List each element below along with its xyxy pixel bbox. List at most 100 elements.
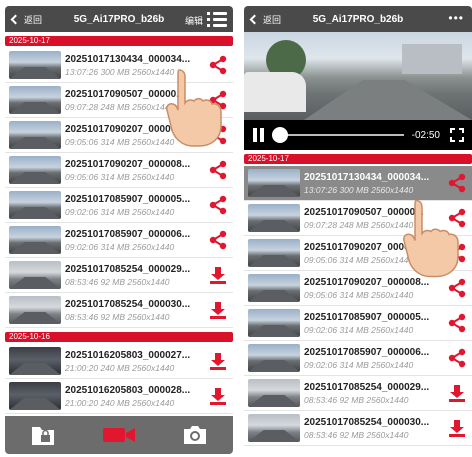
share-button[interactable]: [207, 124, 229, 146]
video-file-list: 2025-10-17 20251017130434_000034... 13:07:…: [244, 154, 472, 446]
file-info: 09:02:06 314 MB 2560x1440: [304, 324, 414, 335]
nav-photos[interactable]: [157, 416, 233, 454]
top-bar: 返回 5G_Ai17PRO_b26b 编辑: [5, 6, 233, 32]
download-button[interactable]: [446, 382, 468, 404]
file-info: 21:00:20 240 MB 2560x1440: [65, 362, 175, 373]
share-button[interactable]: [446, 207, 468, 229]
video-thumbnail: [9, 347, 61, 375]
file-info: 09:07:28 248 MB 2560x1440: [65, 101, 175, 112]
video-list-item[interactable]: 20251017085254_000029... 08:53:46 92 MB 2…: [244, 376, 472, 411]
video-list-item[interactable]: 20251017085254_000030... 08:53:46 92 MB 2…: [244, 411, 472, 446]
video-thumbnail: [248, 414, 300, 442]
share-button[interactable]: [446, 172, 468, 194]
download-icon: [210, 353, 226, 370]
video-thumbnail: [9, 382, 61, 410]
download-button[interactable]: [207, 264, 229, 286]
video-list-item[interactable]: 20251017090207_000007A... 09:05:06 314 MB…: [244, 236, 472, 271]
share-icon: [209, 230, 227, 250]
download-button[interactable]: [207, 350, 229, 372]
download-icon: [210, 267, 226, 284]
share-icon: [448, 208, 466, 228]
download-button[interactable]: [446, 417, 468, 439]
share-icon: [209, 90, 227, 110]
video-list-item[interactable]: 20251016205803_000028... 21:00:20 240 MB …: [5, 379, 233, 414]
video-list-item[interactable]: 20251017085254_000030... 08:53:46 92 MB 2…: [5, 293, 233, 328]
share-button[interactable]: [207, 229, 229, 251]
video-thumbnail: [9, 261, 61, 289]
seek-slider-knob[interactable]: [272, 127, 288, 143]
share-button[interactable]: [207, 194, 229, 216]
download-icon: [210, 302, 226, 319]
file-name: 20251017130434_000034...: [304, 171, 430, 183]
pause-button[interactable]: [252, 128, 266, 142]
share-button[interactable]: [207, 89, 229, 111]
file-name: 20251017090207_000007A...: [65, 123, 198, 135]
file-info: 09:02:06 314 MB 2560x1440: [304, 359, 414, 370]
video-thumbnail: [248, 274, 300, 302]
share-icon: [209, 160, 227, 180]
file-name: 20251017085254_000030...: [304, 416, 430, 428]
file-name: 20251017085907_000005...: [65, 193, 191, 205]
video-thumbnail: [9, 191, 61, 219]
video-player-view[interactable]: [244, 32, 472, 120]
file-name: 20251017085254_000030...: [65, 298, 191, 310]
file-info: 08:53:46 92 MB 2560x1440: [304, 394, 409, 405]
video-list-item[interactable]: 20251017090207_000007A... 09:05:06 314 MB…: [5, 118, 233, 153]
video-thumbnail: [248, 309, 300, 337]
file-name: 20251017085254_000029...: [304, 381, 430, 393]
share-icon: [448, 278, 466, 298]
fullscreen-icon[interactable]: [450, 128, 464, 142]
file-name: 20251017085907_000005...: [304, 311, 430, 323]
nav-locked-files[interactable]: [5, 416, 81, 454]
share-button[interactable]: [446, 312, 468, 334]
more-options-icon[interactable]: •••: [448, 12, 464, 24]
lock-folder-icon: [32, 427, 54, 445]
nav-videos[interactable]: [81, 416, 157, 454]
file-info: 09:05:06 314 MB 2560x1440: [65, 171, 175, 182]
share-button[interactable]: [446, 242, 468, 264]
file-name: 20251017090207_000007A...: [304, 241, 437, 253]
download-button[interactable]: [207, 385, 229, 407]
video-list-item[interactable]: 20251017085907_000006... 09:02:06 314 MB …: [5, 223, 233, 258]
share-button[interactable]: [446, 347, 468, 369]
video-list-item[interactable]: 20251017085907_000006... 09:02:06 314 MB …: [244, 341, 472, 376]
time-remaining: -02:50: [411, 129, 440, 141]
file-name: 20251016205803_000028...: [65, 384, 191, 396]
video-thumbnail: [9, 51, 61, 79]
player-controls: -02:50: [244, 120, 472, 150]
video-thumbnail: [9, 156, 61, 184]
file-info: 09:02:06 314 MB 2560x1440: [65, 206, 175, 217]
video-list-item[interactable]: 20251016205803_000027... 21:00:20 240 MB …: [5, 344, 233, 379]
download-icon: [449, 420, 465, 437]
date-header: 2025-10-17: [244, 154, 472, 164]
download-button[interactable]: [207, 299, 229, 321]
list-view-icon[interactable]: [207, 10, 227, 28]
date-header: 2025-10-16: [5, 332, 233, 342]
file-info: 09:05:06 314 MB 2560x1440: [65, 136, 175, 147]
comparison-stage: 返回 5G_Ai17PRO_b26b 编辑 2025-10-17 20251017…: [0, 0, 472, 457]
video-thumbnail: [248, 169, 300, 197]
video-list-item[interactable]: 20251017085907_000005... 09:02:06 314 MB …: [244, 306, 472, 341]
file-name: 20251017090207_000008...: [304, 276, 430, 288]
video-list-item[interactable]: 20251017085254_000029... 08:53:46 92 MB 2…: [5, 258, 233, 293]
share-button[interactable]: [207, 54, 229, 76]
share-button[interactable]: [446, 277, 468, 299]
file-info: 09:07:28 248 MB 2560x1440: [304, 219, 414, 230]
video-list-item[interactable]: 20251017090207_000008... 09:05:06 314 MB …: [244, 271, 472, 306]
left-phone-screen: 返回 5G_Ai17PRO_b26b 编辑 2025-10-17 20251017…: [5, 6, 233, 454]
seek-slider[interactable]: [272, 127, 404, 143]
date-header: 2025-10-17: [5, 36, 233, 46]
page-title: 5G_Ai17PRO_b26b: [312, 14, 404, 25]
video-list-item[interactable]: 20251017085907_000005... 09:02:06 314 MB …: [5, 188, 233, 223]
video-list-item[interactable]: 20251017090507_00000... 09:07:28 248 MB 2…: [244, 201, 472, 236]
share-button[interactable]: [207, 159, 229, 181]
video-list-item[interactable]: 20251017130434_000034... 13:07:26 300 MB …: [5, 48, 233, 83]
file-info: 09:02:06 314 MB 2560x1440: [65, 241, 175, 252]
video-list-item[interactable]: 20251017130434_000034... 13:07:26 300 MB …: [244, 166, 472, 201]
share-icon: [209, 55, 227, 75]
video-thumbnail: [9, 121, 61, 149]
video-list-item[interactable]: 20251017090207_000008... 09:05:06 314 MB …: [5, 153, 233, 188]
edit-button[interactable]: 编辑: [185, 14, 203, 27]
file-info: 08:53:46 92 MB 2560x1440: [304, 429, 409, 440]
video-list-item[interactable]: 20251017090507_00000... 09:07:28 248 MB 2…: [5, 83, 233, 118]
